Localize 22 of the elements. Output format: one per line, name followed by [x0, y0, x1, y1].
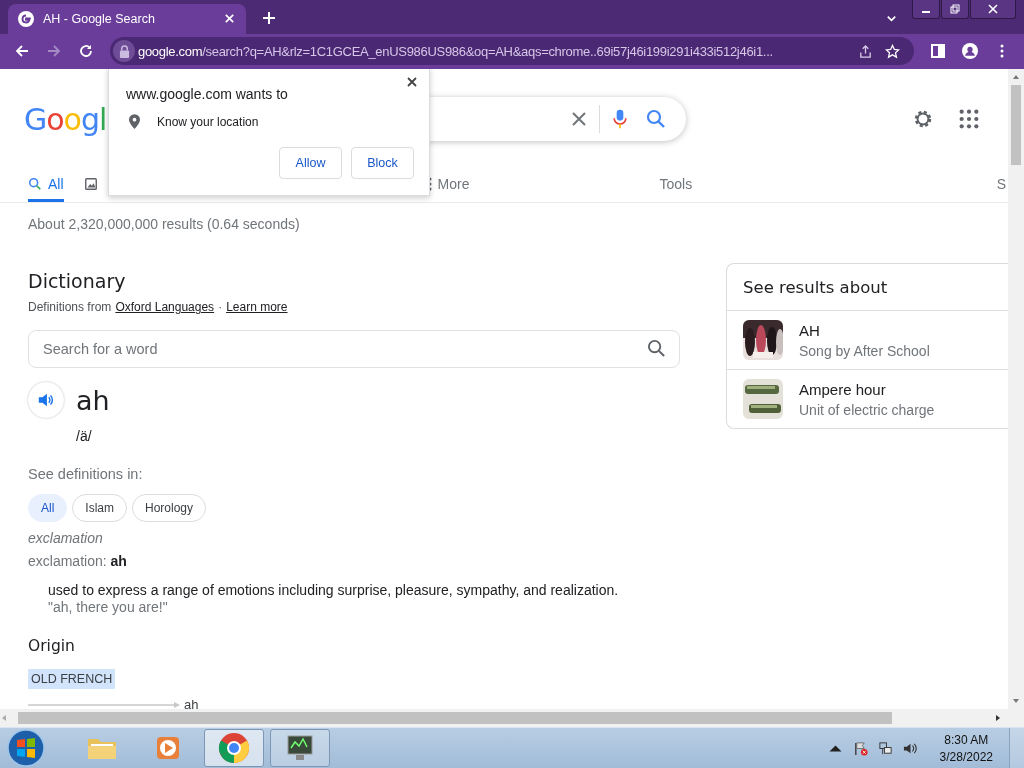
source-label: Definitions from — [28, 300, 112, 314]
url-text: google.com/search?q=AH&rlz=1C1GCEA_enUS986US986&oq=AH&aqs=chrome..69i57j46i199i291i433i512j46i1... — [138, 43, 774, 59]
tab-title: AH - Google Search — [43, 11, 156, 26]
results-stats: About 2,320,000,000 results (0.64 seconds) — [27, 215, 301, 234]
result-title: Ampere hour — [799, 380, 887, 398]
popup-title: www.google.com wants to — [126, 86, 289, 102]
headword: ah — [76, 384, 110, 416]
phonetic-text: /ä/ — [76, 428, 92, 444]
permission-text: Know your location — [157, 114, 259, 129]
separator-dot: · — [218, 300, 223, 314]
result-subtitle: Song by After School — [799, 342, 930, 359]
part-of-speech: exclamation — [28, 530, 103, 546]
origin-word: ah — [184, 697, 199, 709]
example-text: "ah, there you are!" — [48, 599, 168, 615]
section-title: Dictionary — [28, 270, 126, 292]
language-tag: OLD FRENCH — [28, 669, 116, 689]
definition-text: used to express a range of emotions including surprise, pleasure, sympathy, and realization. — [48, 582, 619, 598]
result-subtitle: Unit of electric charge — [799, 401, 935, 418]
result-title: AH — [799, 321, 821, 339]
section-title: Origin — [28, 637, 75, 655]
see-definitions-label: See definitions in: — [28, 466, 143, 482]
word-form-line: exclamation: ah — [28, 553, 127, 569]
